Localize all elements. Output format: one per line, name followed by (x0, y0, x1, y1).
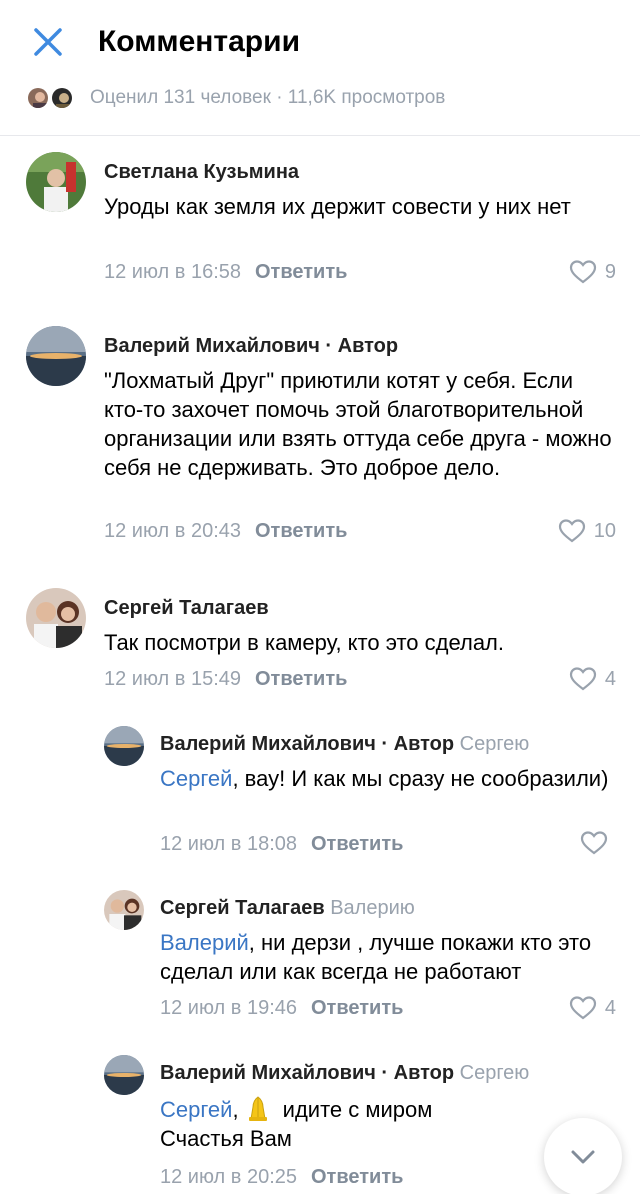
comment-text: "Лохматый Друг" приютили котят у себя. Е… (104, 368, 612, 480)
comment-text: Уроды как земля их держит совести у них … (104, 194, 571, 219)
mention-link[interactable]: Сергей (160, 766, 232, 791)
chevron-down-icon (571, 1150, 595, 1164)
like-button[interactable]: 4 (569, 665, 616, 693)
comment-footer: 12 июл в 20:43 Ответить (104, 517, 347, 545)
comment-footer: 12 июл в 18:08 Ответить (160, 830, 403, 858)
avatar[interactable] (26, 152, 86, 212)
comment-text: Сергей, идите с миром Счастья Вам (160, 1093, 540, 1153)
close-icon[interactable] (28, 22, 68, 62)
heart-icon (569, 667, 596, 691)
avatar[interactable] (26, 588, 86, 648)
reply-button[interactable]: Ответить (255, 520, 347, 542)
reply-to[interactable]: Валерию (325, 897, 415, 919)
comment-author[interactable]: Валерий Михайлович · Автор Сергею (160, 730, 620, 758)
comment-footer: 12 июл в 20:25 Ответить (160, 1163, 403, 1191)
heart-icon (569, 996, 596, 1020)
avatar[interactable] (104, 1055, 144, 1095)
comment-author[interactable]: Сергей Талагаев (104, 594, 614, 622)
comment-text: Сергей, вау! И как мы сразу не сообразил… (160, 766, 609, 791)
heart-icon (580, 831, 608, 855)
page-title: Комментарии (98, 25, 301, 58)
like-button[interactable]: 9 (569, 258, 616, 286)
author-tag: · Автор (375, 733, 455, 755)
avatar (50, 86, 74, 110)
comment-footer: 12 июл в 15:49 Ответить (104, 665, 347, 693)
comment-time: 12 июл в 15:49 (104, 668, 241, 690)
heart-icon (569, 260, 596, 284)
like-button[interactable]: 10 (558, 517, 616, 545)
avatar[interactable] (104, 890, 144, 930)
comment-author[interactable]: Валерий Михайлович · Автор (104, 332, 614, 360)
reply-to[interactable]: Сергею (454, 1062, 530, 1084)
avatar[interactable] (104, 726, 144, 766)
comment-text: Так посмотри в камеру, кто это сделал. (104, 630, 505, 655)
like-button[interactable] (580, 830, 616, 856)
comment-author[interactable]: Сергей Талагаев Валерию (160, 894, 620, 922)
comment-text: Валерий, ни дерзи , лучше покажи кто это… (160, 930, 592, 984)
like-button[interactable]: 4 (569, 994, 616, 1022)
mention-link[interactable]: Сергей (160, 1097, 232, 1122)
reply-button[interactable]: Ответить (311, 1166, 403, 1188)
reply-button[interactable]: Ответить (311, 997, 403, 1019)
comment-author[interactable]: Светлана Кузьмина (104, 158, 614, 186)
comment-author[interactable]: Валерий Михайлович · Автор Сергею (160, 1059, 540, 1087)
heart-icon (558, 519, 585, 543)
reply-to[interactable]: Сергею (454, 733, 530, 755)
likes-views-meta[interactable]: Оценил 131 человек · 11,6K просмотров (26, 84, 445, 112)
liker-avatars (26, 86, 78, 110)
comment-time: 12 июл в 20:25 (160, 1166, 297, 1188)
comment-footer: 12 июл в 19:46 Ответить (160, 994, 403, 1022)
comment-footer: 12 июл в 16:58 Ответить (104, 258, 347, 286)
comment-time: 12 июл в 16:58 (104, 261, 241, 283)
comment-time: 12 июл в 18:08 (160, 833, 297, 855)
avatar[interactable] (26, 326, 86, 386)
avatar (26, 86, 50, 110)
reply-button[interactable]: Ответить (255, 261, 347, 283)
folded-hands-emoji (248, 1096, 267, 1121)
reply-button[interactable]: Ответить (311, 833, 403, 855)
like-count: 4 (604, 997, 616, 1019)
like-count: 4 (604, 668, 616, 690)
comment-time: 12 июл в 19:46 (160, 997, 297, 1019)
comment-time: 12 июл в 20:43 (104, 520, 241, 542)
author-tag: · Автор (375, 1062, 455, 1084)
reply-button[interactable]: Ответить (255, 668, 347, 690)
like-count: 9 (604, 261, 616, 283)
header: Комментарии Оценил 131 человек · 11,6K п… (0, 0, 640, 136)
like-count: 10 (593, 520, 616, 542)
scroll-down-button[interactable] (544, 1118, 622, 1194)
mention-link[interactable]: Валерий (160, 930, 249, 955)
author-tag: · Автор (319, 335, 399, 357)
meta-text: Оценил 131 человек · 11,6K просмотров (90, 87, 446, 108)
